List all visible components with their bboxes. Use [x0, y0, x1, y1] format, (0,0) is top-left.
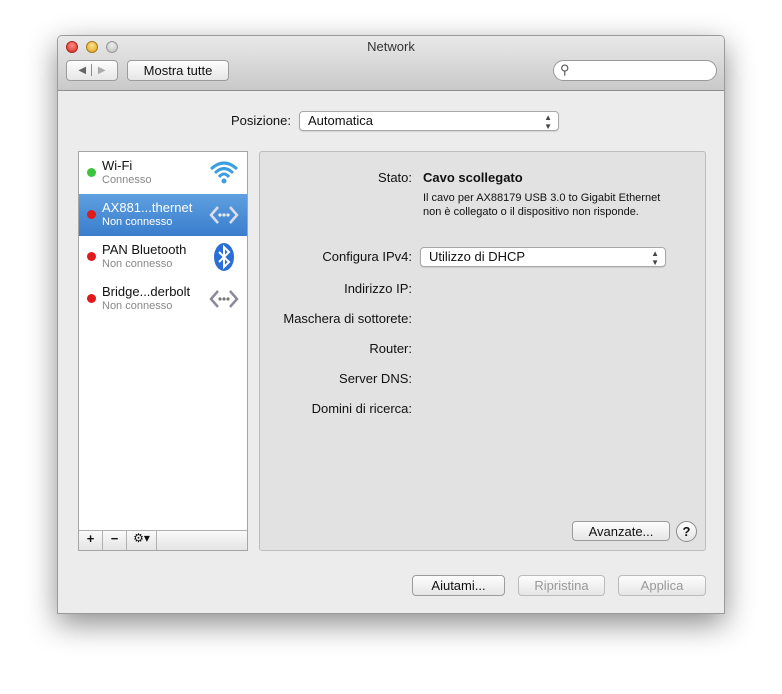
chevron-left-icon[interactable]: ◀	[78, 65, 86, 76]
search-domains-label: Domini di ricerca:	[311, 401, 412, 416]
gear-menu-button[interactable]: ⚙▾	[127, 531, 157, 550]
location-label: Posizione:	[231, 113, 291, 128]
network-window: Network ◀ │ ▶ Mostra tutte ⚲ Posizione: …	[57, 35, 725, 614]
help-button[interactable]: ?	[676, 521, 697, 542]
list-controls: + − ⚙▾	[79, 530, 247, 550]
dns-server-label: Server DNS:	[339, 371, 412, 386]
service-status: Non connesso	[102, 300, 173, 312]
apply-button[interactable]: Applica	[618, 575, 706, 596]
status-description: Il cavo per AX88179 USB 3.0 to Gigabit E…	[423, 192, 661, 218]
updown-arrows-icon: ▲ ▼	[544, 113, 552, 131]
service-item-ax88179-ethernet[interactable]: AX881...thernet Non connesso	[79, 194, 247, 236]
service-name: AX881...thernet	[102, 200, 193, 215]
status-dot	[87, 210, 96, 219]
revert-button[interactable]: Ripristina	[518, 575, 605, 596]
show-all-button[interactable]: Mostra tutte	[127, 60, 229, 81]
ipv4-label: Configura IPv4:	[322, 249, 412, 264]
router-label: Router:	[369, 341, 412, 356]
status-dot	[87, 168, 96, 177]
service-status: Non connesso	[102, 216, 173, 228]
updown-arrows-icon: ▲ ▼	[651, 249, 659, 267]
remove-service-button[interactable]: −	[103, 531, 127, 550]
ip-address-label: Indirizzo IP:	[344, 281, 412, 296]
advanced-button[interactable]: Avanzate...	[572, 521, 670, 541]
service-item-thunderbolt-bridge[interactable]: Bridge...derbolt Non connesso	[79, 278, 247, 320]
location-select[interactable]: Automatica ▲ ▼	[299, 111, 559, 131]
status-dot	[87, 294, 96, 303]
ethernet-icon	[209, 206, 239, 224]
service-name: PAN Bluetooth	[102, 242, 187, 257]
bluetooth-icon	[214, 243, 234, 271]
service-item-pan-bluetooth[interactable]: PAN Bluetooth Non connesso	[79, 236, 247, 278]
toolbar: Network ◀ │ ▶ Mostra tutte ⚲	[58, 36, 724, 91]
subnet-mask-label: Maschera di sottorete:	[283, 311, 412, 326]
service-name: Wi-Fi	[102, 158, 133, 173]
back-forward-control[interactable]: ◀ │ ▶	[66, 60, 118, 81]
service-item-wifi[interactable]: Wi-Fi Connesso	[79, 152, 247, 194]
search-icon: ⚲	[560, 62, 570, 77]
chevron-right-icon[interactable]: ▶	[98, 65, 106, 76]
search-input[interactable]: ⚲	[553, 60, 717, 81]
ipv4-select[interactable]: Utilizzo di DHCP ▲ ▼	[420, 247, 666, 267]
status-value: Cavo scollegato	[423, 170, 523, 185]
wifi-icon	[209, 161, 239, 184]
window-title: Network	[367, 39, 415, 54]
status-dot	[87, 252, 96, 261]
service-name: Bridge...derbolt	[102, 284, 191, 299]
service-status: Non connesso	[102, 258, 173, 270]
service-list[interactable]: Wi-Fi Connesso AX881...thernet Non conne…	[78, 151, 248, 551]
ethernet-icon	[209, 290, 239, 308]
add-service-button[interactable]: +	[79, 531, 103, 550]
assist-me-button[interactable]: Aiutami...	[412, 575, 505, 596]
location-value: Automatica	[308, 113, 374, 128]
status-label: Stato:	[378, 170, 412, 185]
ipv4-value: Utilizzo di DHCP	[429, 249, 526, 264]
service-status: Connesso	[102, 174, 152, 186]
